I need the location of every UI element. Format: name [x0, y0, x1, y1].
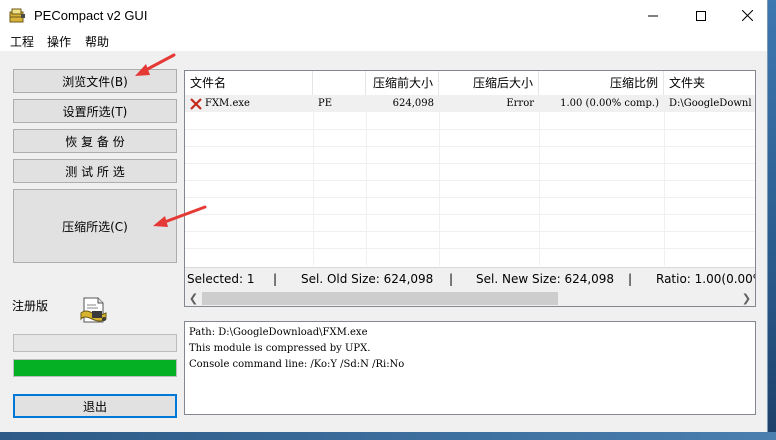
scrollbar-thumb[interactable]: [202, 292, 558, 305]
status-ratio: Ratio: 1.00(0.00%: [656, 272, 756, 286]
table-row[interactable]: FXM.exe PE 624,098 Error 1.00 (0.00% com…: [185, 95, 755, 112]
grid-line: [185, 129, 755, 130]
list-header: 文件名 压缩前大小 压缩后大小 压缩比例 文件夹: [185, 71, 755, 96]
file-list[interactable]: 文件名 压缩前大小 压缩后大小 压缩比例 文件夹 FXM.exe PE 624,…: [184, 70, 756, 307]
maximize-icon: [696, 10, 706, 21]
progress-bar-1: [13, 334, 177, 352]
registration-label: 注册版: [12, 299, 49, 313]
taskbar-edge: [0, 432, 776, 440]
status-separator: |: [449, 272, 454, 286]
menu-bar: 工程 操作 帮助: [0, 31, 767, 51]
cell-folder: D:\GoogleDownl: [669, 98, 752, 109]
maximize-button[interactable]: [678, 0, 724, 31]
cell-filename: FXM.exe: [205, 98, 250, 109]
test-button[interactable]: 测 试 所 选: [13, 159, 177, 183]
column-header-ratio[interactable]: 压缩比例: [539, 71, 664, 95]
grid-line: [185, 214, 755, 215]
grid-column-line: [313, 95, 314, 266]
scroll-left-icon[interactable]: ❮: [185, 290, 202, 306]
status-old-size: Sel. Old Size: 624,098: [301, 272, 434, 286]
log-line: Path: D:\GoogleDownload\FXM.exe: [189, 327, 368, 338]
log-line: This module is compressed by UPX.: [189, 343, 371, 354]
grid-line: [185, 197, 755, 198]
registered-icon: [80, 297, 107, 323]
exit-button[interactable]: 退出: [13, 394, 177, 418]
cell-orig-size: 624,098: [392, 98, 434, 109]
grid-line: [185, 163, 755, 164]
settings-button[interactable]: 设置所选(T): [13, 99, 177, 123]
minimize-button[interactable]: [630, 0, 676, 31]
grid-line: [185, 180, 755, 181]
cell-ratio: 1.00 (0.00% comp.): [560, 98, 659, 109]
restore-backup-button[interactable]: 恢 复 备 份: [13, 129, 177, 153]
browse-button[interactable]: 浏览文件(B): [13, 69, 177, 93]
column-header-orig-size[interactable]: 压缩前大小: [366, 71, 439, 95]
cell-type: PE: [318, 98, 333, 109]
log-line: Console command line: /Ko:Y /Sd:N /Ri:No: [189, 359, 405, 370]
status-separator: |: [628, 272, 633, 286]
column-header-type[interactable]: [313, 71, 366, 95]
close-icon: [741, 10, 753, 21]
error-x-icon: [190, 98, 202, 110]
grid-column-line: [366, 95, 367, 266]
progress-bar-2: [13, 359, 177, 377]
desktop-background: [768, 0, 776, 440]
grid-line: [185, 146, 755, 147]
window-title: PECompact v2 GUI: [34, 8, 148, 23]
scroll-right-icon[interactable]: ❯: [738, 290, 755, 306]
column-header-folder[interactable]: 文件夹: [664, 71, 755, 95]
status-new-size: Sel. New Size: 624,098: [476, 272, 615, 286]
horizontal-scrollbar[interactable]: ❮ ❯: [185, 290, 755, 306]
minimize-icon: [648, 15, 658, 16]
title-bar[interactable]: PECompact v2 GUI: [0, 0, 767, 31]
list-status-bar: Selected: 1 | Sel. Old Size: 624,098 | S…: [185, 267, 755, 290]
menu-project[interactable]: 工程: [10, 33, 34, 50]
column-header-new-size[interactable]: 压缩后大小: [439, 71, 539, 95]
grid-line: [185, 231, 755, 232]
grid-column-line: [539, 95, 540, 266]
grid-line: [185, 248, 755, 249]
status-selected: Selected: 1: [187, 272, 255, 286]
menu-help[interactable]: 帮助: [85, 33, 109, 50]
column-header-filename[interactable]: 文件名: [185, 71, 313, 95]
app-icon: [9, 8, 25, 23]
compress-button[interactable]: 压缩所选(C): [13, 189, 177, 263]
close-button[interactable]: [724, 0, 770, 31]
cell-new-size: Error: [506, 98, 534, 109]
output-log[interactable]: Path: D:\GoogleDownload\FXM.exe This mod…: [184, 321, 756, 415]
grid-column-line: [439, 95, 440, 266]
grid-column-line: [664, 95, 665, 266]
main-window: PECompact v2 GUI 工程 操作 帮助 浏览文件(B) 设置所选(T…: [0, 0, 768, 432]
menu-operation[interactable]: 操作: [47, 33, 71, 50]
status-separator: |: [273, 272, 278, 286]
